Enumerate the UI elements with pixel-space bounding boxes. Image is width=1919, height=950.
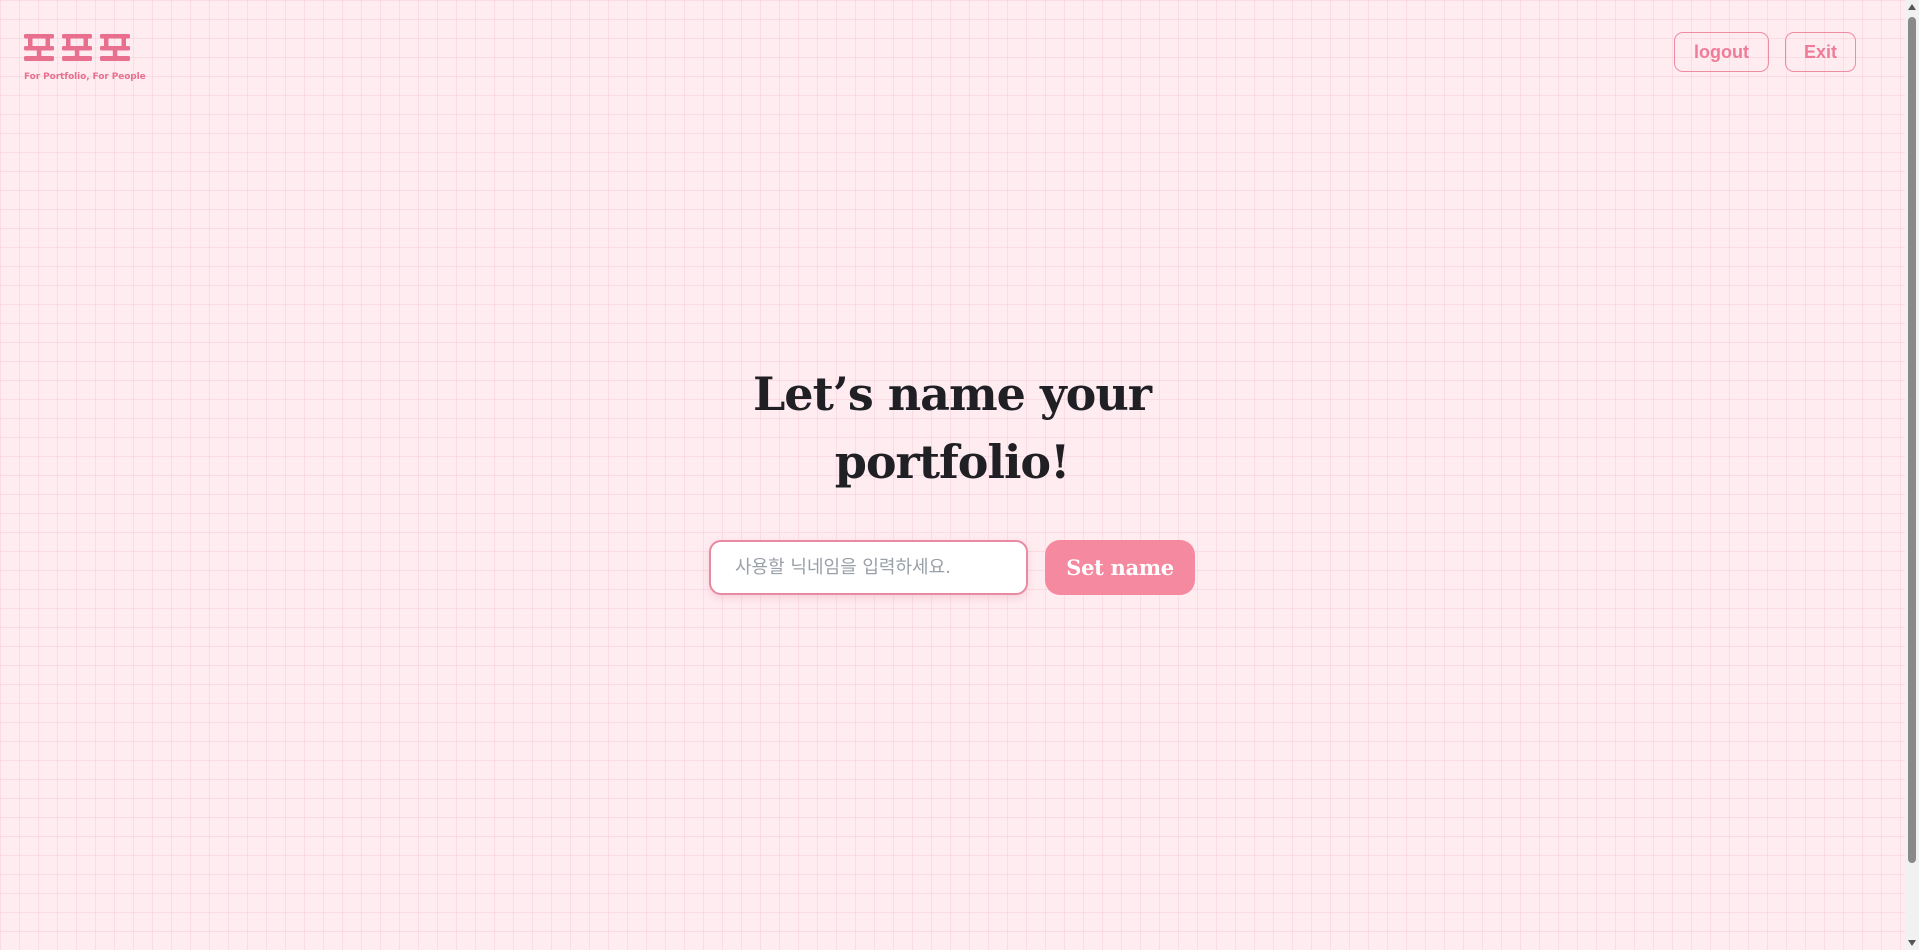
page-title: Let’s name your portfolio!	[752, 367, 1152, 489]
logo-wordmark	[24, 34, 130, 61]
set-name-button[interactable]: Set name	[1045, 540, 1195, 595]
nickname-input[interactable]	[709, 540, 1028, 595]
logo-tagline: For Portfolio, For People	[24, 72, 146, 82]
logo[interactable]: For Portfolio, For People	[24, 34, 146, 86]
page: For Portfolio, For People logout Exit Le…	[0, 0, 1905, 950]
logout-button[interactable]: logout	[1674, 32, 1769, 72]
triangle-up-icon[interactable]	[1905, 0, 1919, 14]
vertical-scrollbar[interactable]	[1905, 0, 1919, 950]
exit-button[interactable]: Exit	[1785, 32, 1856, 72]
triangle-down-icon[interactable]	[1905, 936, 1919, 950]
scrollbar-thumb[interactable]	[1908, 17, 1916, 863]
